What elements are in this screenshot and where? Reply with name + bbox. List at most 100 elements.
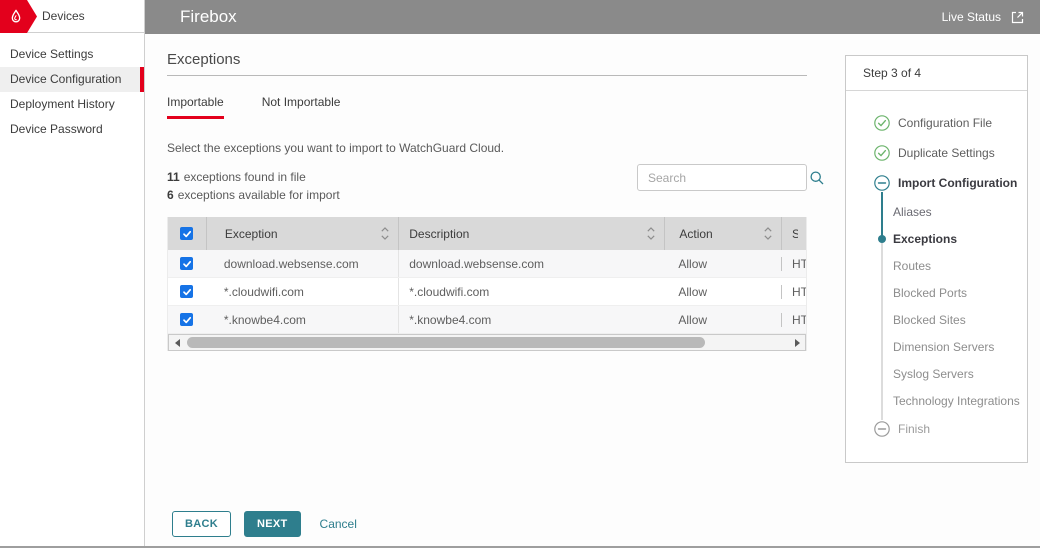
- action-bar: BACK NEXT Cancel: [172, 511, 357, 537]
- wizard-step-label: Import Configuration: [898, 176, 1018, 190]
- sidebar-item-label: Deployment History: [10, 97, 115, 111]
- column-header-label: Exception: [224, 226, 278, 241]
- row-checkbox[interactable]: [180, 313, 194, 326]
- sidebar-header: Devices: [0, 0, 144, 33]
- cell-service: HT: [781, 284, 806, 299]
- wizard-step-technology-integrations: Technology Integrations: [846, 387, 1027, 414]
- tab-bar: Importable Not Importable: [167, 95, 807, 119]
- active-indicator-bar: [140, 67, 144, 92]
- wizard-panel: Step 3 of 4 Configuration File Duplicate …: [845, 55, 1028, 463]
- page-title: Exceptions: [167, 51, 241, 68]
- page-header-title: Firebox: [180, 7, 237, 26]
- row-checkbox-cell: [168, 313, 206, 326]
- wizard-step-configuration-file: Configuration File: [846, 108, 1027, 138]
- wizard-step-label: Exceptions: [893, 231, 958, 246]
- topbar: Firebox Live Status: [145, 0, 1040, 34]
- cell-description: *.knowbe4.com: [398, 306, 664, 333]
- sidebar-item-device-password[interactable]: Device Password: [0, 117, 144, 142]
- wizard-step-label: Technology Integrations: [893, 393, 1020, 408]
- wizard-step-counter: Step 3 of 4: [846, 56, 1027, 91]
- wizard-step-finish: Finish: [846, 414, 1027, 444]
- sidebar-nav: Device Settings Device Configuration Deplo…: [0, 33, 144, 142]
- row-checkbox-cell: [168, 257, 206, 270]
- step-complete-icon: [874, 115, 890, 131]
- sidebar-item-label: Device Settings: [10, 47, 94, 61]
- column-header-label: Action: [679, 226, 713, 241]
- live-status-button[interactable]: Live Status: [942, 9, 1026, 26]
- wizard-step-label: Blocked Ports: [893, 285, 968, 300]
- select-all-checkbox[interactable]: [180, 227, 194, 240]
- flame-icon: [11, 9, 21, 22]
- section-label: Devices: [42, 9, 85, 23]
- column-header-action[interactable]: Action: [664, 217, 781, 250]
- page: Devices Device Settings Device Configurat…: [0, 0, 1040, 548]
- row-checkbox-cell: [168, 285, 206, 298]
- step-complete-icon: [874, 145, 890, 161]
- cell-exception: *.cloudwifi.com: [223, 284, 304, 299]
- table-body: download.websense.com download.websense.c…: [168, 250, 806, 334]
- row-checkbox[interactable]: [180, 257, 194, 270]
- wizard-step-label: Aliases: [893, 204, 932, 219]
- next-button[interactable]: NEXT: [243, 511, 301, 537]
- sidebar-item-device-settings[interactable]: Device Settings: [0, 42, 144, 67]
- wizard-step-duplicate-settings: Duplicate Settings: [846, 138, 1027, 168]
- back-button[interactable]: BACK: [172, 511, 231, 537]
- column-header-label: Description: [409, 226, 470, 241]
- column-header-label: Se: [792, 227, 798, 241]
- cell-exception: download.websense.com: [223, 256, 359, 271]
- cell-service: HT: [781, 312, 806, 327]
- column-header-se: Se: [781, 217, 806, 250]
- horizontal-scrollbar: [168, 334, 806, 351]
- wizard-step-label: Dimension Servers: [893, 339, 995, 354]
- table-header-row: Exception Description Action Se: [168, 217, 806, 250]
- column-header-description[interactable]: Description: [398, 217, 664, 250]
- sidebar: Devices Device Settings Device Configurat…: [0, 0, 145, 546]
- wizard-step-label: Finish: [898, 422, 931, 436]
- live-status-label: Live Status: [941, 10, 1001, 24]
- sort-icon: [381, 227, 389, 240]
- wizard-step-blocked-ports: Blocked Ports: [846, 279, 1027, 306]
- sort-icon: [764, 227, 772, 240]
- scroll-right-arrow[interactable]: [789, 335, 805, 350]
- wizard-step-exceptions: Exceptions: [846, 225, 1027, 252]
- table-row: *.cloudwifi.com *.cloudwifi.com Allow HT: [168, 278, 806, 306]
- stat-text: exceptions found in file: [183, 170, 306, 184]
- sidebar-item-label: Device Password: [10, 122, 103, 136]
- tab-importable[interactable]: Importable: [167, 95, 224, 119]
- wizard-steps: Configuration File Duplicate Settings Impo…: [846, 91, 1027, 444]
- search-input[interactable]: [638, 170, 809, 185]
- search-box: [637, 164, 824, 191]
- title-divider: [167, 75, 807, 76]
- cell-action: Allow: [678, 312, 708, 327]
- cell-description: download.websense.com: [398, 250, 664, 277]
- step-minus-icon: [874, 421, 890, 437]
- wizard-step-label: Configuration File: [898, 116, 993, 130]
- wizard-step-blocked-sites: Blocked Sites: [846, 306, 1027, 333]
- wizard-step-routes: Routes: [846, 252, 1027, 279]
- cell-action: Allow: [678, 256, 708, 271]
- stat-text: exceptions available for import: [177, 188, 340, 202]
- cancel-link[interactable]: Cancel: [320, 517, 357, 531]
- tab-not-importable[interactable]: Not Importable: [262, 95, 341, 119]
- step-minus-icon: [874, 175, 890, 191]
- watchguard-logo-banner: [0, 0, 37, 33]
- wizard-step-syslog-servers: Syslog Servers: [846, 360, 1027, 387]
- column-header-exception[interactable]: Exception: [205, 217, 398, 250]
- scroll-left-arrow[interactable]: [169, 335, 185, 350]
- current-substep-dot: [878, 234, 886, 243]
- wizard-step-import-configuration: Import Configuration: [846, 168, 1027, 198]
- wizard-step-label: Blocked Sites: [893, 312, 966, 327]
- wizard-step-dimension-servers: Dimension Servers: [846, 333, 1027, 360]
- sidebar-item-device-configuration[interactable]: Device Configuration: [0, 67, 144, 92]
- sidebar-item-deployment-history[interactable]: Deployment History: [0, 92, 144, 117]
- wizard-step-label: Duplicate Settings: [898, 146, 995, 160]
- row-checkbox[interactable]: [180, 285, 194, 298]
- search-icon[interactable]: [809, 170, 825, 186]
- wizard-step-label: Routes: [893, 258, 932, 273]
- cell-service: HT: [781, 256, 806, 271]
- scrollbar-thumb[interactable]: [187, 337, 705, 348]
- table-row: *.knowbe4.com *.knowbe4.com Allow HT: [168, 306, 806, 334]
- table-row: download.websense.com download.websense.c…: [168, 250, 806, 278]
- stat-count: 6: [167, 188, 174, 202]
- wizard-step-label: Syslog Servers: [893, 366, 974, 381]
